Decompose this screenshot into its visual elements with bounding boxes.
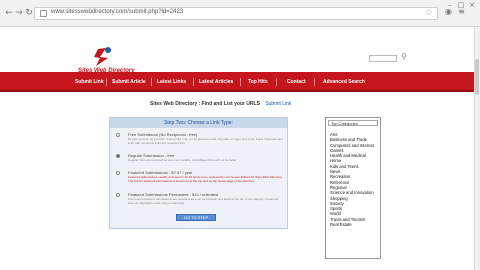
address-bar[interactable]: www.sitesswebdirectory.com/submit.php?id…: [34, 7, 438, 20]
radio-free[interactable]: [116, 133, 120, 137]
radio-featured-permanent[interactable]: [116, 193, 120, 197]
back-arrow-icon[interactable]: ←: [4, 8, 14, 18]
tagline-text: Sites Web Directory : Find and List your…: [150, 101, 260, 107]
radio-featured[interactable]: [116, 171, 120, 175]
menu-advanced-search[interactable]: Advanced Search: [323, 79, 365, 85]
search-input[interactable]: [369, 55, 397, 62]
tagline-submit-link[interactable]: Submit Link: [265, 101, 291, 107]
continue-button[interactable]: GO TO STEP THREE: [176, 214, 216, 226]
reload-icon[interactable]: ↻: [24, 8, 34, 18]
option-desc: Regular links are reviewed as soon as po…: [128, 158, 238, 162]
bookmark-star-icon[interactable]: ☆: [425, 8, 433, 18]
radio-regular[interactable]: [116, 154, 120, 158]
menu-submit-article[interactable]: Submit Article: [112, 79, 146, 85]
page-icon: [40, 10, 47, 17]
minimize-icon[interactable]: –: [445, 1, 455, 9]
site-logo[interactable]: [86, 46, 120, 68]
option-featured-permanent[interactable]: Featured Submissions Permanent - $14 / u…: [116, 192, 284, 210]
option-desc: Review as soon as possible. Some links m…: [128, 137, 283, 145]
category-link[interactable]: Science and Innovation: [330, 190, 374, 195]
option-desc: Featured submissions usually reviewed in…: [128, 175, 283, 183]
menu-submit-link[interactable]: Submit Link: [75, 79, 104, 85]
menu-top-hits[interactable]: Top Hits: [248, 79, 268, 85]
option-free-submission[interactable]: Free Submission (No Reciprocal - free) R…: [116, 132, 284, 148]
scrollbar-thumb[interactable]: [475, 59, 479, 95]
form-header: Step Two: Choose a Link Type:: [110, 118, 287, 128]
link-type-form: Step Two: Choose a Link Type: Free Submi…: [109, 117, 288, 229]
maximize-icon[interactable]: □: [456, 1, 466, 9]
url-text[interactable]: www.sitesswebdirectory.com/submit.php?id…: [51, 9, 183, 15]
option-featured-submission[interactable]: Featured Submissions - $7.97 / year Feat…: [116, 170, 284, 188]
category-list: Arts Business and Trade Computers and In…: [330, 132, 374, 227]
search-icon[interactable]: ⚲: [401, 52, 407, 61]
category-sidebar: Top Categories Arts Business and Trade C…: [325, 117, 381, 259]
browser-toolbar: ← → ↻ www.sitesswebdirectory.com/submit.…: [0, 0, 480, 27]
forward-arrow-icon[interactable]: →: [14, 8, 24, 18]
main-menu: Submit Link Submit Article Latest Links …: [0, 72, 474, 92]
menu-divider: [151, 78, 152, 86]
option-regular-submission[interactable]: Regular Submission - free Regular links …: [116, 153, 284, 165]
category-select[interactable]: Top Categories: [328, 120, 378, 126]
menu-latest-links[interactable]: Latest Links: [157, 79, 186, 85]
category-link[interactable]: Real Estate: [330, 222, 374, 227]
menu-divider: [106, 78, 107, 86]
scrollbar[interactable]: [474, 27, 480, 270]
menu-divider: [276, 78, 277, 86]
page-tagline: Sites Web Directory : Find and List your…: [150, 101, 291, 107]
close-icon[interactable]: ×: [467, 1, 477, 9]
menu-divider: [193, 78, 194, 86]
menu-divider: [240, 78, 241, 86]
option-desc: Permanent featured submissions are revie…: [128, 197, 279, 205]
menu-divider: [314, 78, 315, 86]
menu-latest-articles[interactable]: Latest Articles: [199, 79, 233, 85]
menu-contact[interactable]: Contact: [287, 79, 306, 85]
